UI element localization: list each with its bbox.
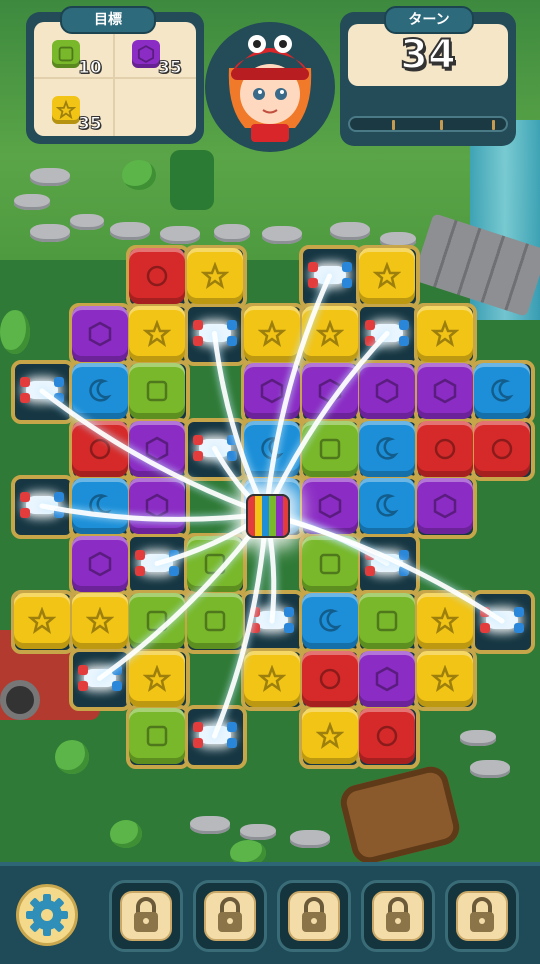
progress-star-marker: [492, 120, 495, 130]
green-square-cube-icon: [52, 40, 80, 68]
blue-moon-cube[interactable]: [244, 420, 300, 477]
yellow-star-cube[interactable]: [301, 305, 358, 362]
green-square-cube[interactable]: [129, 593, 185, 649]
red-circle-cube[interactable]: [359, 708, 415, 764]
booster-bar: [0, 862, 540, 964]
score-progress-bar: [348, 116, 508, 132]
booster-slot-5[interactable]: [445, 880, 519, 952]
purple-hexagon-cube[interactable]: [359, 363, 415, 419]
green-square-cube[interactable]: [359, 593, 415, 649]
rocket-booster[interactable]: [20, 490, 64, 520]
goal-count: 35: [158, 58, 183, 79]
rocket-booster[interactable]: [365, 318, 409, 348]
goal-label: 目標: [60, 6, 156, 34]
booster-slot-2[interactable]: [193, 880, 267, 952]
purple-hexagon-cube[interactable]: [416, 363, 473, 419]
booster-slot-4[interactable]: [361, 880, 435, 952]
yellow-star-cube[interactable]: [129, 650, 185, 707]
rocket-booster[interactable]: [20, 375, 64, 405]
purple-hexagon-cube[interactable]: [301, 478, 358, 534]
purple-hexagon-cube[interactable]: [359, 650, 415, 707]
yellow-star-cube[interactable]: [71, 593, 128, 649]
rocket-booster[interactable]: [135, 548, 179, 578]
purple-hexagon-cube[interactable]: [301, 363, 358, 419]
goal-item: 35: [52, 96, 102, 136]
purple-hexagon-cube[interactable]: [416, 478, 473, 534]
green-square-cube[interactable]: [301, 535, 358, 592]
blue-moon-cube[interactable]: [301, 593, 358, 649]
blue-moon-cube[interactable]: [359, 420, 415, 477]
lock-icon: [372, 891, 424, 941]
disco-ball-booster[interactable]: [246, 494, 290, 538]
green-square-cube[interactable]: [186, 593, 243, 649]
goal-list: 10 35 35: [34, 22, 196, 136]
progress-star-marker: [392, 120, 395, 130]
goal-count: 10: [78, 58, 103, 79]
purple-hexagon-cube-icon: [132, 40, 160, 68]
red-circle-cube[interactable]: [474, 420, 530, 477]
red-circle-cube[interactable]: [129, 248, 185, 304]
top-hud: 10 35 35 目標 34 ターン: [0, 0, 540, 152]
green-square-cube[interactable]: [129, 363, 185, 419]
red-circle-cube[interactable]: [416, 420, 473, 477]
goal-count: 35: [78, 114, 103, 135]
girl-with-red-hat-avatar: [228, 35, 312, 142]
goal-item: 10: [52, 40, 102, 80]
yellow-star-cube[interactable]: [244, 305, 300, 362]
yellow-star-cube[interactable]: [301, 708, 358, 764]
rocket-booster[interactable]: [192, 433, 237, 463]
rocket-booster[interactable]: [192, 318, 237, 348]
rocket-booster[interactable]: [480, 605, 524, 635]
rocket-booster[interactable]: [250, 605, 294, 635]
yellow-star-cube[interactable]: [14, 593, 70, 649]
booster-slot-3[interactable]: [277, 880, 351, 952]
yellow-star-cube[interactable]: [129, 305, 185, 362]
blue-moon-cube[interactable]: [474, 363, 530, 419]
purple-hexagon-cube[interactable]: [71, 535, 128, 592]
rocket-booster[interactable]: [307, 260, 352, 290]
blue-moon-cube[interactable]: [359, 478, 415, 534]
progress-star-marker: [440, 120, 443, 130]
avatar: [205, 22, 335, 152]
rocket-booster[interactable]: [77, 663, 122, 693]
yellow-star-cube[interactable]: [416, 305, 473, 362]
gear-icon: [26, 894, 68, 936]
lock-icon: [120, 891, 172, 941]
green-square-cube[interactable]: [129, 708, 185, 764]
yellow-star-cube[interactable]: [416, 650, 473, 707]
goal-item: 35: [132, 40, 182, 80]
lock-icon: [288, 891, 340, 941]
booster-slot-1[interactable]: [109, 880, 183, 952]
green-square-cube[interactable]: [301, 420, 358, 477]
yellow-star-cube[interactable]: [359, 248, 415, 304]
rocket-booster[interactable]: [365, 548, 409, 578]
turn-label: ターン: [384, 6, 474, 34]
red-circle-cube[interactable]: [71, 420, 128, 477]
yellow-star-cube[interactable]: [186, 248, 243, 304]
lock-icon: [204, 891, 256, 941]
yellow-star-cube-icon: [52, 96, 80, 124]
rocket-booster[interactable]: [192, 720, 237, 750]
red-circle-cube[interactable]: [301, 650, 358, 707]
lock-icon: [456, 891, 508, 941]
blue-moon-cube[interactable]: [71, 478, 128, 534]
purple-hexagon-cube[interactable]: [244, 363, 300, 419]
settings-button[interactable]: [16, 884, 78, 946]
yellow-star-cube[interactable]: [244, 650, 300, 707]
purple-hexagon-cube[interactable]: [129, 420, 185, 477]
green-square-cube[interactable]: [186, 535, 243, 592]
blue-moon-cube[interactable]: [71, 363, 128, 419]
yellow-star-cube[interactable]: [416, 593, 473, 649]
purple-hexagon-cube[interactable]: [129, 478, 185, 534]
purple-hexagon-cube[interactable]: [71, 305, 128, 362]
